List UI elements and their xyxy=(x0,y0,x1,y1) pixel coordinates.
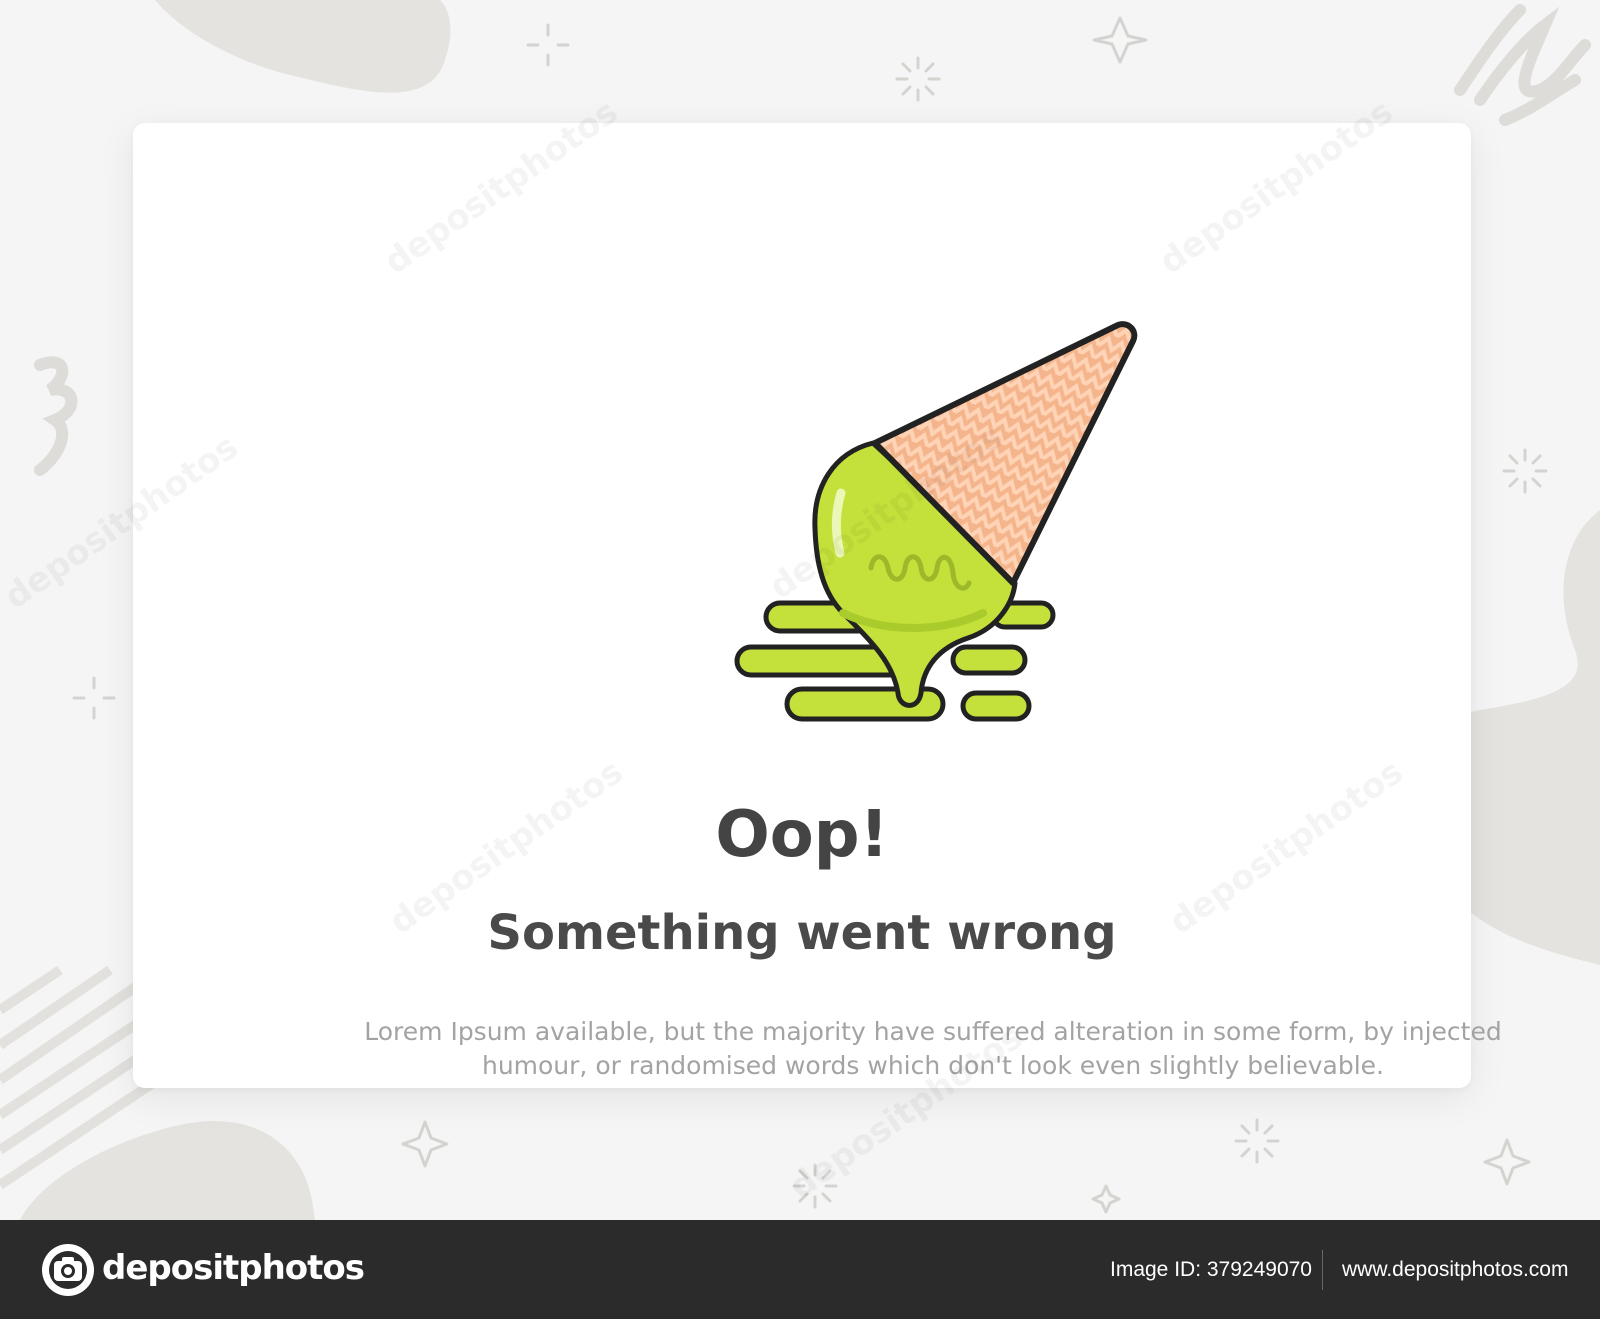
sparkle-icon xyxy=(72,676,116,720)
error-description: Lorem Ipsum available, but the majority … xyxy=(364,1017,1502,1080)
error-subtitle: Something went wrong xyxy=(487,905,1117,961)
squiggle-shape xyxy=(34,356,78,476)
star-icon xyxy=(1091,1184,1121,1214)
ice-cream-cone-icon xyxy=(734,321,1138,722)
error-title: Oop! xyxy=(715,798,889,872)
error-card: Oop! Something went wrong Lorem Ipsum av… xyxy=(133,123,1502,1088)
burst-icon xyxy=(792,1163,838,1209)
burst-icon xyxy=(895,56,941,102)
site-url-link[interactable]: www.depositphotos.com xyxy=(1342,1258,1568,1282)
burst-icon xyxy=(1234,1118,1280,1164)
footer-bar: depositphotos Image ID: 379249070 www.de… xyxy=(0,1220,1600,1319)
scoop-shine xyxy=(831,488,846,558)
squiggle-shape xyxy=(1454,4,1591,126)
star-icon xyxy=(401,1120,449,1168)
sparkle-icon xyxy=(526,23,570,67)
brand-name: depositphotos xyxy=(102,1248,365,1288)
camera-logo-icon xyxy=(42,1244,94,1296)
star-icon xyxy=(1092,16,1148,64)
blob-shape xyxy=(20,1121,315,1220)
footer-divider xyxy=(1322,1250,1323,1290)
star-icon xyxy=(1483,1138,1531,1186)
burst-icon xyxy=(1502,448,1548,494)
image-id: Image ID: 379249070 xyxy=(1110,1258,1312,1281)
blob-shape xyxy=(155,0,451,93)
